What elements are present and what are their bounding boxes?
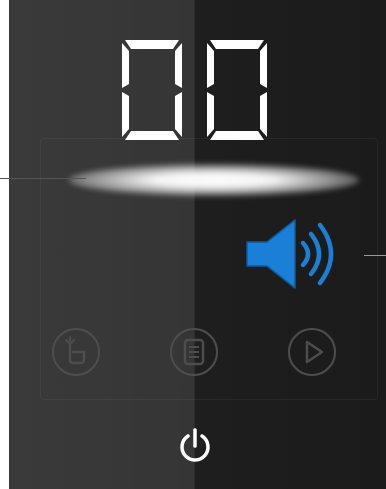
program-list-icon[interactable]: [168, 326, 220, 378]
power-icon: [180, 428, 210, 462]
display-value: 00: [277, 40, 278, 41]
callout-line-light: [0, 178, 86, 179]
digit-zero-right: [207, 40, 267, 140]
play-icon[interactable]: [286, 326, 338, 378]
time-display: 00: [117, 40, 277, 144]
power-button[interactable]: [175, 426, 215, 466]
light-glow-strip: [69, 164, 359, 196]
callout-line-speaker: [364, 255, 386, 256]
digit-zero-left: [122, 40, 182, 140]
control-panel: 00: [9, 0, 386, 489]
seven-segment-digits: [122, 40, 267, 140]
speaker-volume-icon[interactable]: [243, 218, 351, 302]
hand-touch-icon[interactable]: [50, 326, 102, 378]
